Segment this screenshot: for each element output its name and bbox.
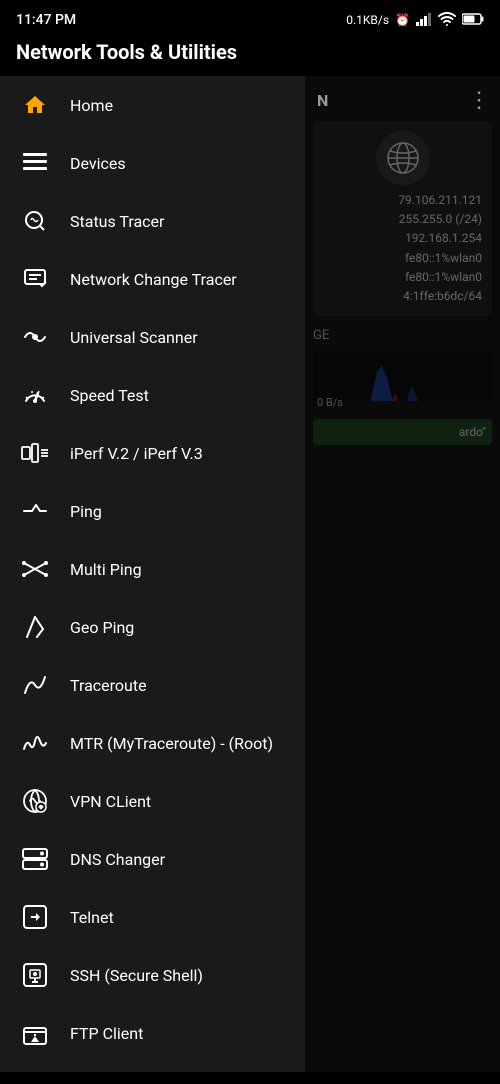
sidebar-item-ssh[interactable]: SSH (Secure Shell): [0, 946, 305, 1004]
sidebar-item-ftp[interactable]: FTP Client: [0, 1004, 305, 1062]
ftp-label: FTP Client: [70, 1024, 143, 1043]
sidebar-item-dns-changer[interactable]: DNS Changer: [0, 830, 305, 888]
app-header: Network Tools & Utilities: [0, 36, 500, 76]
ssid-value: ardo": [459, 425, 486, 439]
multi-ping-icon: [20, 554, 50, 584]
speed-chart: 0 B/s: [313, 351, 492, 411]
ftp-icon: [20, 1018, 50, 1048]
on-label: N: [317, 91, 328, 110]
status-tracer-icon: [20, 206, 50, 236]
status-icons: 0.1KB/s ⏰: [346, 12, 484, 29]
sidebar-item-universal-scanner[interactable]: Universal Scanner: [0, 308, 305, 366]
sidebar-item-status-tracer[interactable]: Status Tracer: [0, 192, 305, 250]
telnet-icon: [20, 902, 50, 932]
speed-test-label: Speed Test: [70, 386, 149, 405]
ping-icon: [20, 496, 50, 526]
network-change-tracer-icon: [20, 264, 50, 294]
network-status: GE: [313, 324, 492, 347]
wifi-icon: [438, 12, 456, 29]
vpn-icon: [20, 786, 50, 816]
devices-icon: [20, 148, 50, 178]
home-icon: [20, 90, 50, 120]
navigation-drawer: Home Devices Status Tracer: [0, 76, 305, 1072]
ping-label: Ping: [70, 502, 102, 521]
traceroute-label: Traceroute: [70, 676, 147, 695]
sidebar-item-vpn[interactable]: VPN CLient: [0, 772, 305, 830]
ip-card: 79.106.211.121 255.255.0 (/24) 192.168.1…: [313, 121, 492, 316]
sidebar-item-geo-ping[interactable]: Geo Ping: [0, 598, 305, 656]
traceroute-icon: [20, 670, 50, 700]
speed-indicator: 0.1KB/s: [346, 13, 389, 27]
main-layout: Home Devices Status Tracer: [0, 76, 500, 1072]
right-panel: N ⋮ 79.106.211.121 255.255.0 (/24): [305, 76, 500, 1072]
dns-changer-icon: [20, 844, 50, 874]
geo-ping-label: Geo Ping: [70, 618, 134, 637]
battery-icon: [462, 13, 484, 28]
sidebar-item-iperf[interactable]: iPerf V.2 / iPerf V.3: [0, 424, 305, 482]
ip-address: 79.106.211.121 255.255.0 (/24) 192.168.1…: [323, 191, 482, 306]
right-panel-content: N ⋮ 79.106.211.121 255.255.0 (/24): [305, 76, 500, 453]
iperf-label: iPerf V.2 / iPerf V.3: [70, 444, 203, 463]
status-bar: 11:47 PM 0.1KB/s ⏰: [0, 0, 500, 36]
ssh-label: SSH (Secure Shell): [70, 966, 203, 985]
sidebar-item-devices[interactable]: Devices: [0, 134, 305, 192]
sidebar-item-telnet[interactable]: Telnet: [0, 888, 305, 946]
sidebar-item-home[interactable]: Home: [0, 76, 305, 134]
sidebar-item-ping[interactable]: Ping: [0, 482, 305, 540]
alarm-icon: ⏰: [395, 13, 410, 27]
ssh-icon: [20, 960, 50, 990]
mtr-label: MTR (MyTraceroute) - (Root): [70, 734, 273, 753]
geo-ping-icon: [20, 612, 50, 642]
devices-label: Devices: [70, 154, 126, 173]
universal-scanner-icon: [20, 322, 50, 352]
sidebar-item-mtr[interactable]: MTR (MyTraceroute) - (Root): [0, 714, 305, 772]
sidebar-item-multi-ping[interactable]: Multi Ping: [0, 540, 305, 598]
app-title: Network Tools & Utilities: [16, 40, 237, 64]
sidebar-item-network-change-tracer[interactable]: Network Change Tracer: [0, 250, 305, 308]
dns-changer-label: DNS Changer: [70, 850, 165, 869]
network-change-tracer-label: Network Change Tracer: [70, 270, 237, 289]
status-tracer-label: Status Tracer: [70, 212, 164, 231]
signal-icon: [416, 12, 432, 29]
ssid-card: ardo": [313, 419, 492, 445]
more-options-icon[interactable]: ⋮: [468, 88, 492, 113]
mtr-icon: [20, 728, 50, 758]
iperf-icon: [20, 438, 50, 468]
sidebar-item-traceroute[interactable]: Traceroute: [0, 656, 305, 714]
sidebar-item-speed-test[interactable]: Speed Test: [0, 366, 305, 424]
multi-ping-label: Multi Ping: [70, 560, 142, 579]
globe-icon: [376, 131, 430, 185]
home-label: Home: [70, 96, 113, 115]
speed-label: 0 B/s: [317, 396, 343, 409]
telnet-label: Telnet: [70, 908, 114, 927]
status-time: 11:47 PM: [16, 12, 76, 28]
universal-scanner-label: Universal Scanner: [70, 328, 198, 347]
vpn-label: VPN CLient: [70, 792, 151, 811]
speed-test-icon: [20, 380, 50, 410]
